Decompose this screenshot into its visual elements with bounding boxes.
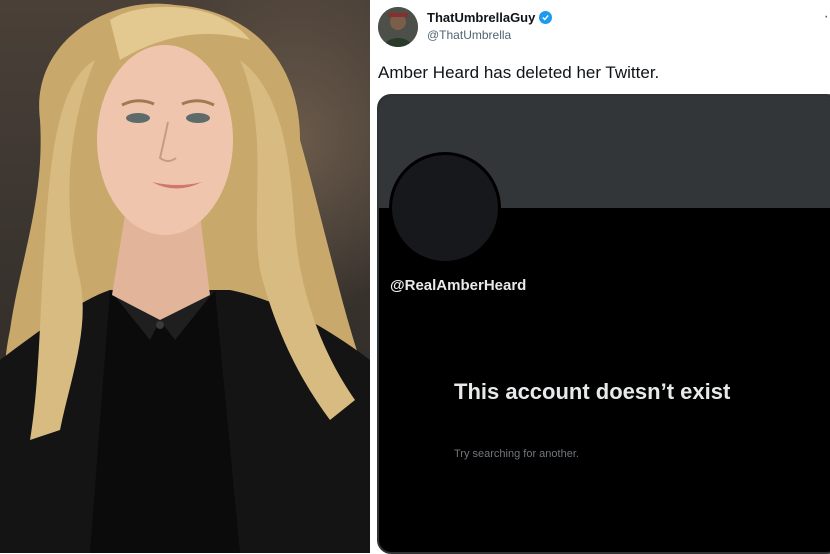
author-avatar[interactable] <box>378 7 418 47</box>
author-handle[interactable]: @ThatUmbrella <box>427 28 511 42</box>
tweet-card[interactable]: ThatUmbrellaGuy @ThatUmbrella · Amber He… <box>373 0 830 554</box>
profile-picture-placeholder <box>389 152 501 264</box>
profile-handle: @RealAmberHeard <box>390 277 527 294</box>
photo-panel <box>0 0 370 553</box>
author-name-row[interactable]: ThatUmbrellaGuy <box>427 10 553 25</box>
author-name[interactable]: ThatUmbrellaGuy <box>427 10 535 25</box>
tweet-text: Amber Heard has deleted her Twitter. <box>378 63 660 82</box>
avatar-image <box>378 7 418 47</box>
portrait-image <box>0 3 370 553</box>
embedded-profile-screenshot: @RealAmberHeard This account doesn’t exi… <box>377 94 830 554</box>
more-options-icon[interactable]: · <box>824 8 829 26</box>
account-missing-title: This account doesn’t exist <box>454 379 731 404</box>
verified-badge-icon <box>539 11 553 24</box>
account-missing-subtitle: Try searching for another. <box>454 448 579 460</box>
